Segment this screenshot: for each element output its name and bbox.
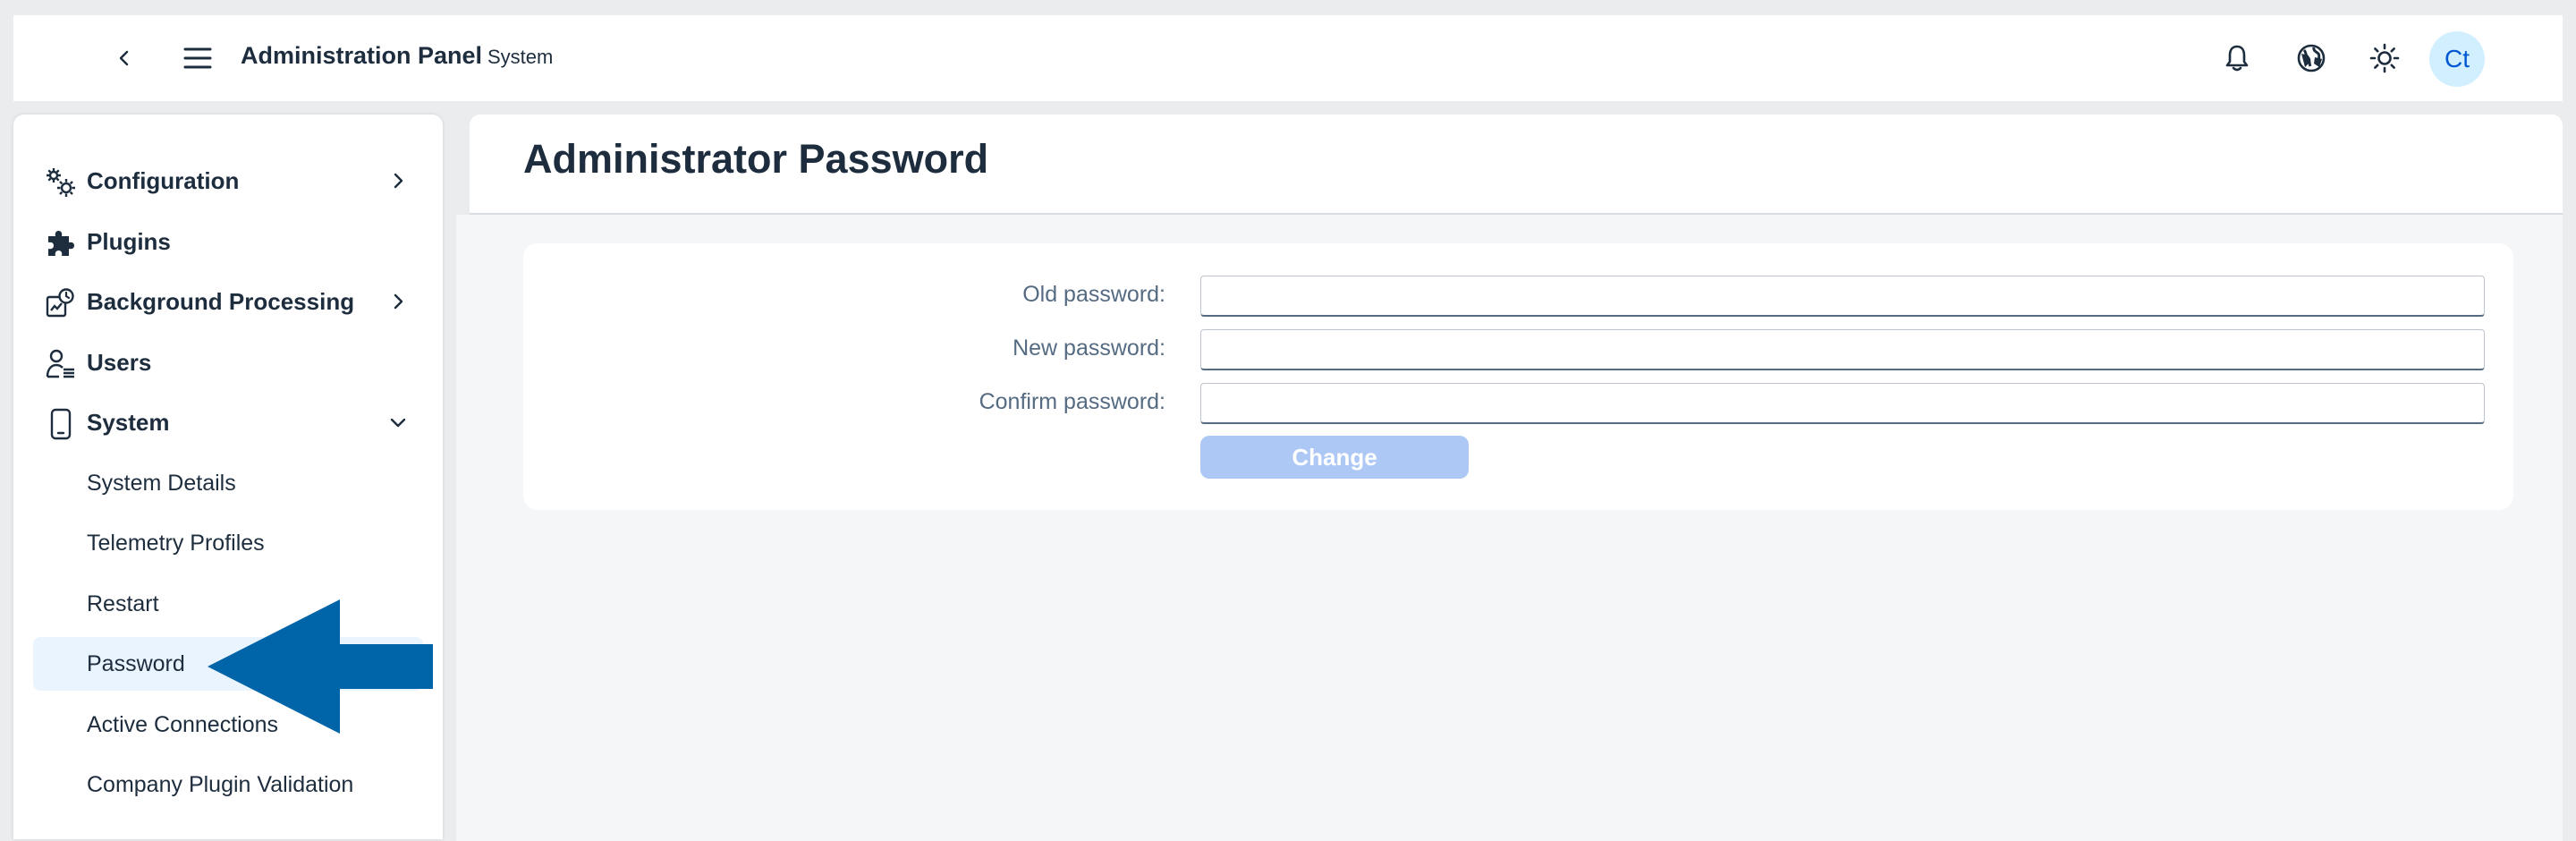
confirm-password-label: Confirm password: (979, 389, 1165, 414)
menu-icon (183, 47, 212, 69)
nav-label-password: Password (87, 650, 185, 676)
nav-label-company-plugin-validation: Company Plugin Validation (87, 771, 354, 797)
chevron-down-icon (386, 410, 411, 435)
notifications-button[interactable] (2216, 37, 2258, 80)
nav-label-telemetry-profiles: Telemetry Profiles (87, 530, 265, 556)
new-password-field[interactable] (1200, 329, 2485, 370)
background-processing-icon (45, 287, 77, 319)
nav-item-system[interactable]: System (33, 395, 423, 449)
nav-subitem-telemetry-profiles[interactable]: Telemetry Profiles (33, 516, 423, 570)
globe-icon (2297, 44, 2326, 72)
page-title: Administrator Password (523, 136, 989, 182)
nav-item-users[interactable]: Users (33, 336, 423, 389)
change-button[interactable]: Change (1200, 436, 1469, 479)
nav-label-system-details: System Details (87, 470, 236, 496)
user-avatar[interactable]: Ct (2429, 31, 2485, 87)
pointer-arrow-annotation (208, 599, 433, 734)
nav-label-plugins: Plugins (87, 227, 171, 255)
sun-icon (2369, 43, 2400, 73)
nav-item-plugins[interactable]: Plugins (33, 215, 423, 268)
back-icon (119, 50, 129, 66)
nav-label-system: System (87, 408, 170, 436)
nav-item-background-processing[interactable]: Background Processing (33, 275, 423, 328)
page-header: Administrator Password (470, 115, 2563, 215)
chevron-right-icon (386, 168, 411, 193)
nav-subitem-system-details[interactable]: System Details (33, 456, 423, 510)
app-subtitle: System (487, 46, 554, 68)
shell-bar: Administration Panel System Ct (13, 15, 2563, 101)
nav-label-users: Users (87, 348, 152, 376)
puzzle-icon (45, 227, 77, 259)
menu-button[interactable] (176, 37, 219, 80)
password-form: Old password: New password: Confirm pass… (523, 243, 2513, 510)
nav-item-configuration[interactable]: Configuration (33, 154, 423, 208)
nav-label-restart: Restart (87, 590, 159, 616)
device-icon (45, 408, 77, 440)
nav-label-configuration: Configuration (87, 166, 240, 194)
old-password-label: Old password: (1022, 282, 1165, 307)
bell-icon (2225, 45, 2249, 72)
gears-icon (45, 166, 77, 199)
chevron-right-icon (386, 289, 411, 314)
old-password-field[interactable] (1200, 276, 2485, 317)
language-button[interactable] (2290, 37, 2333, 80)
nav-subitem-company-plugin-validation[interactable]: Company Plugin Validation (33, 758, 423, 811)
new-password-label: New password: (1013, 336, 1165, 361)
avatar-initials: Ct (2445, 45, 2470, 72)
confirm-password-field[interactable] (1200, 383, 2485, 424)
theme-button[interactable] (2363, 37, 2406, 80)
app-title: Administration Panel (241, 42, 483, 69)
nav-label-background-processing: Background Processing (87, 287, 355, 315)
users-icon (45, 348, 77, 380)
back-button[interactable] (103, 37, 146, 80)
